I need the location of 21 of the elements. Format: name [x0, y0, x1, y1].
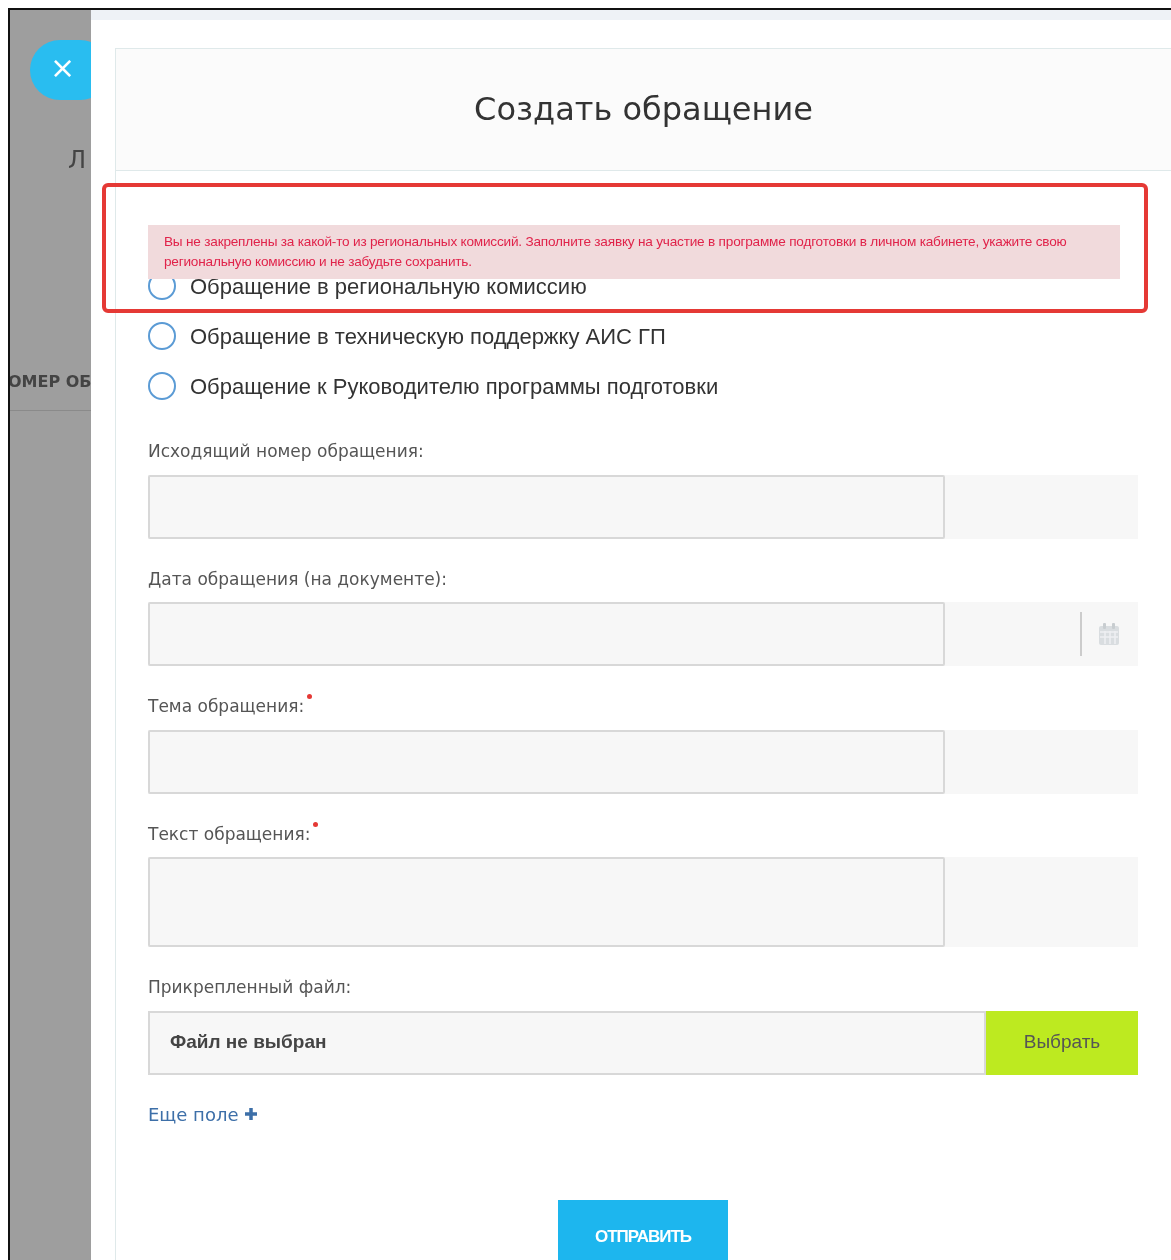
input-field[interactable]	[148, 729, 945, 794]
choose-file-button[interactable]: Выбрать	[986, 1010, 1138, 1075]
radio-label[interactable]: Обращение к Руководителю программы подготовки	[190, 369, 719, 403]
field-label: Текст обращения:	[148, 823, 311, 844]
field-label: Дата обращения (на документе):	[148, 568, 447, 589]
field-label: Тема обращения:	[148, 696, 305, 716]
add-field-link[interactable]: Еще поле	[148, 1100, 259, 1128]
radio-label[interactable]: Обращение в техническую поддержку АИС ГП	[190, 319, 666, 353]
modal-title: Создать обращение	[474, 90, 813, 129]
error-tooltip: Вы не закреплены за какой-то из региональных комиссий. Заполните заявку на участие в программе подготовки в личном кабинете, укажите свою региональную комиссию и не забудьте сохранить.	[148, 225, 1120, 279]
text-area[interactable]	[148, 857, 945, 947]
page-heading: Л	[68, 145, 87, 176]
input-field[interactable]	[148, 474, 945, 539]
date-field[interactable]	[148, 602, 945, 666]
calendar-icon[interactable]	[1098, 622, 1120, 646]
radio-button[interactable]	[148, 322, 176, 350]
field-label: Прикрепленный файл:	[148, 977, 352, 997]
plus-icon	[244, 1107, 259, 1121]
field-label: Исходящий номер обращения:	[148, 441, 424, 461]
radio-button[interactable]	[148, 372, 176, 400]
file-name-field[interactable]: Файл не выбран	[148, 1010, 986, 1075]
